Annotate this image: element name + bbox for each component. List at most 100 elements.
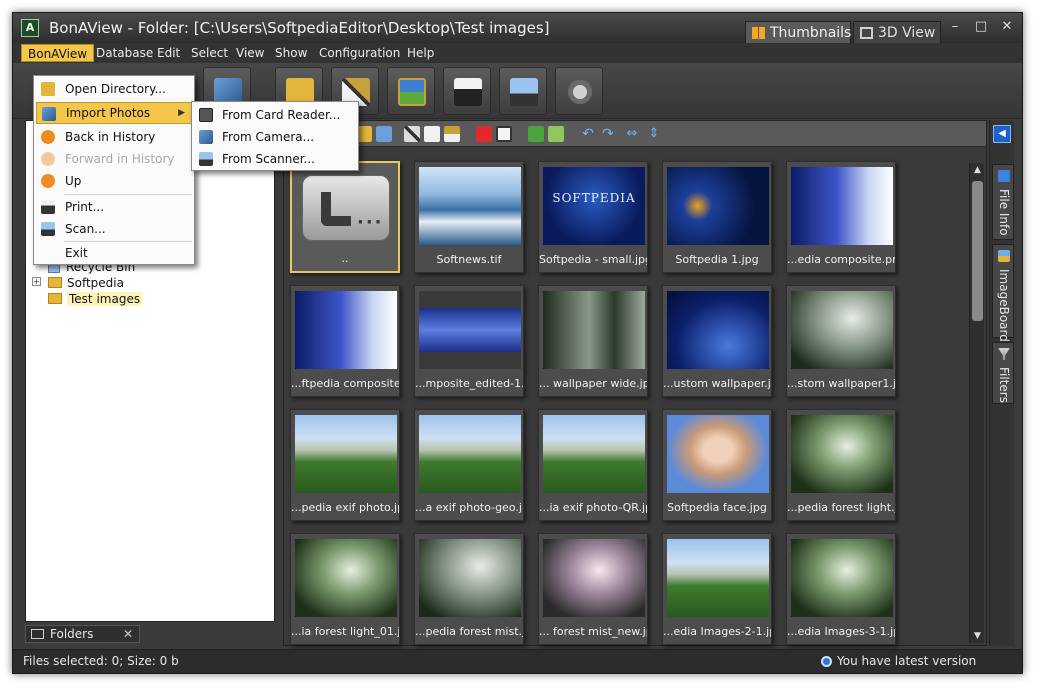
bonaview-menu: Open Directory... Import Photos ▶ Back i… <box>33 75 195 265</box>
menu-item-from-camera[interactable]: From Camera... <box>194 126 356 148</box>
thumbnail-item[interactable]: ...stom wallpaper1.jpg <box>786 285 896 397</box>
toolbar-print-button[interactable] <box>443 67 491 115</box>
close-icon[interactable]: ✕ <box>123 626 133 642</box>
tree-item-test-images[interactable]: Test images <box>48 291 143 307</box>
thumbnail-scrollbar[interactable]: ▲ ▼ <box>969 163 984 643</box>
thumbnail-item[interactable]: ...ustom wallpaper.jpg <box>662 285 772 397</box>
thumbnail-image <box>667 167 769 245</box>
selection-status: Files selected: 0; Size: 0 b <box>23 654 179 668</box>
monitor-icon <box>31 629 44 639</box>
menu-item-label: From Card Reader... <box>222 108 341 122</box>
thumbnail-image <box>419 167 521 245</box>
flip-horizontal-icon[interactable]: ⇔ <box>624 126 640 142</box>
printer-icon <box>41 200 55 214</box>
maximize-button[interactable]: □ <box>969 17 993 37</box>
thumbnail-item[interactable]: ...edia Images-3-1.jpg <box>786 533 896 645</box>
thumbnail-label: .. <box>341 252 349 265</box>
folder-icon <box>41 82 55 96</box>
folder-new-icon[interactable] <box>376 126 392 142</box>
menu-item-label: Back in History <box>65 130 156 144</box>
rotate-right-icon[interactable]: ↷ <box>600 126 616 142</box>
toolbar-settings-button[interactable] <box>555 67 603 115</box>
menu-item-exit[interactable]: Exit <box>36 242 192 264</box>
menu-view[interactable]: View <box>230 44 270 62</box>
thumbnail-item[interactable]: ...pedia exif photo.jpg <box>290 409 400 521</box>
copy-icon[interactable] <box>424 126 440 142</box>
scroll-up-arrow-icon[interactable]: ▲ <box>970 163 985 177</box>
thumbnail-item[interactable]: Softpedia 1.jpg <box>662 161 772 273</box>
menu-edit[interactable]: Edit <box>151 44 186 62</box>
thumbnail-label: ...edia Images-3-1.jpg <box>787 625 895 638</box>
thumbnail-item[interactable]: Softpedia face.jpg <box>662 409 772 521</box>
tab-file-info[interactable]: File Info <box>992 164 1014 240</box>
delete-icon[interactable] <box>476 126 492 142</box>
menu-item-print[interactable]: Print... <box>36 196 192 218</box>
thumbnail-item[interactable]: ...ftpedia composite.tif <box>290 285 400 397</box>
scroll-down-arrow-icon[interactable]: ▼ <box>970 629 985 643</box>
thumbnail-item[interactable]: ...mposite_edited-1.tif <box>414 285 524 397</box>
menu-item-from-scanner[interactable]: From Scanner... <box>194 148 356 170</box>
thumbnail-label: ...pedia forest light.jpg <box>787 501 895 514</box>
parent-folder-icon: ··· <box>302 175 390 241</box>
folders-tab[interactable]: Folders ✕ <box>25 625 140 643</box>
cut-icon[interactable] <box>404 126 420 142</box>
thumbnail-item[interactable]: ...a exif photo-geo.jpg <box>414 409 524 521</box>
menu-select[interactable]: Select <box>185 44 234 62</box>
menu-help[interactable]: Help <box>401 44 440 62</box>
thumbnail-image <box>419 415 521 493</box>
close-button[interactable]: ✕ <box>995 17 1019 37</box>
tree-item-softpedia[interactable]: Softpedia <box>48 275 124 291</box>
export-icon[interactable] <box>548 126 564 142</box>
menu-item-forward-in-history[interactable]: Forward in History <box>36 148 192 170</box>
rotate-left-icon[interactable]: ↶ <box>580 126 596 142</box>
menu-item-open-directory[interactable]: Open Directory... <box>36 78 192 100</box>
paste-icon[interactable] <box>444 126 460 142</box>
thumbnail-item[interactable]: ...edia Images-2-1.jpg <box>662 533 772 645</box>
tab-thumbnails[interactable]: Thumbnails <box>745 21 851 43</box>
import-icon[interactable] <box>528 126 544 142</box>
thumbnail-label: ...edia composite.png <box>787 253 895 266</box>
menu-show[interactable]: Show <box>269 44 313 62</box>
tab-3d-view[interactable]: 3D View <box>853 21 941 43</box>
folders-tab-label: Folders <box>50 627 94 641</box>
thumbnail-image <box>543 539 645 617</box>
thumbnail-label: ... wallpaper wide.jpg <box>539 377 647 390</box>
scroll-thumb[interactable] <box>972 181 983 321</box>
parent-folder-thumbnail[interactable]: ···.. <box>290 161 400 273</box>
menu-item-label: Exit <box>65 246 88 260</box>
flip-vertical-icon[interactable]: ⇕ <box>646 126 662 142</box>
app-window: A BonAView - Folder: [C:\Users\Softpedia… <box>12 12 1023 674</box>
thumbnail-item[interactable]: ...ia exif photo-QR.jpg <box>538 409 648 521</box>
menu-bonaview[interactable]: BonAView <box>21 44 95 62</box>
camera-icon <box>42 107 56 121</box>
menu-item-import-photos[interactable]: Import Photos ▶ <box>36 102 192 124</box>
menu-item-from-card-reader[interactable]: From Card Reader... <box>194 104 356 126</box>
import-photos-submenu: From Card Reader... From Camera... From … <box>191 101 359 171</box>
menu-configuration[interactable]: Configuration <box>313 44 406 62</box>
tab-imageboard[interactable]: ImageBoard <box>992 244 1014 342</box>
tree-expand-toggle[interactable]: + <box>32 277 41 286</box>
thumbnail-item[interactable]: ... forest mist_new.jpg <box>538 533 648 645</box>
thumbnail-item[interactable]: ...ia forest light_01.jpg <box>290 533 400 645</box>
toolbar-scan-button[interactable] <box>499 67 547 115</box>
thumbnail-label: Softnews.tif <box>436 253 502 266</box>
minimize-button[interactable]: – <box>943 17 967 37</box>
toolbar-painting-button[interactable] <box>387 67 435 115</box>
thumbnail-item[interactable]: ...pedia forest light.jpg <box>786 409 896 521</box>
menu-item-up[interactable]: Up <box>36 170 192 192</box>
menu-item-scan[interactable]: Scan... <box>36 218 192 240</box>
thumbnail-item[interactable]: ...edia composite.png <box>786 161 896 273</box>
thumbnail-label: ...edia Images-2-1.jpg <box>663 625 771 638</box>
thumbnail-item[interactable]: SOFTPEDIA Softpedia - small.jpg <box>538 161 648 273</box>
menu-item-label: Import Photos <box>66 106 151 120</box>
menu-item-label: From Camera... <box>222 130 315 144</box>
menu-database[interactable]: Database <box>90 44 159 62</box>
thumbnail-item[interactable]: ... wallpaper wide.jpg <box>538 285 648 397</box>
tab-filters[interactable]: Filters <box>992 342 1014 404</box>
thumbnail-label: Softpedia face.jpg <box>667 501 767 514</box>
menu-item-back-in-history[interactable]: Back in History <box>36 126 192 148</box>
thumbnail-item[interactable]: ...pedia forest mist.jpg <box>414 533 524 645</box>
thumbnail-item[interactable]: Softnews.tif <box>414 161 524 273</box>
collapse-panel-button[interactable]: ◀ <box>993 125 1011 143</box>
rename-icon[interactable] <box>496 126 512 142</box>
